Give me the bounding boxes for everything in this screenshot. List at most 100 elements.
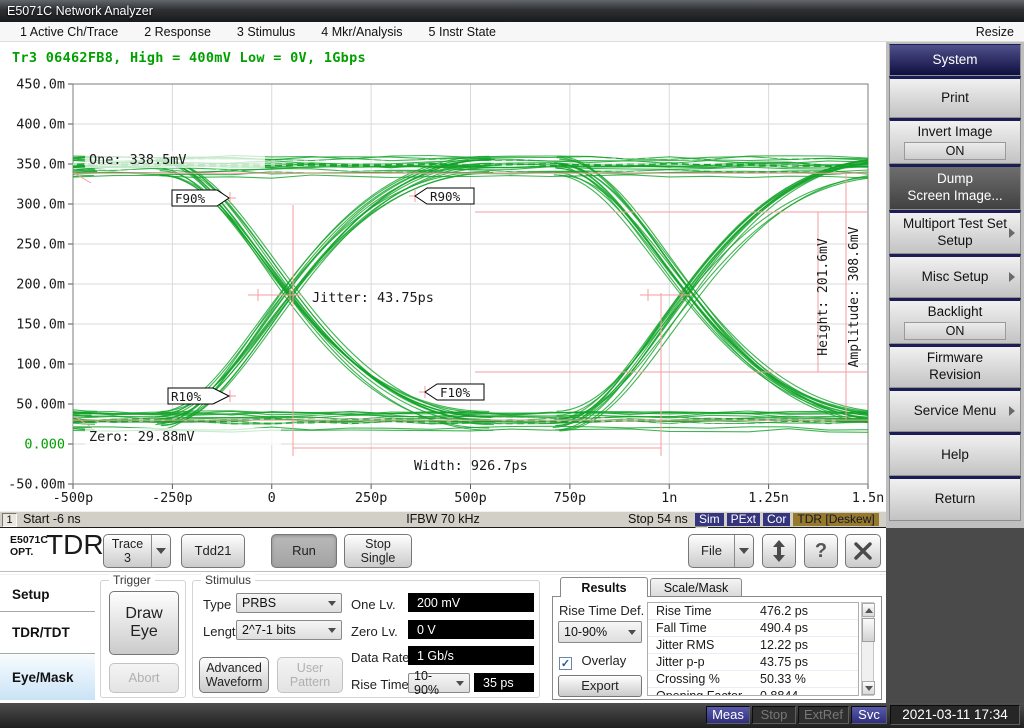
tab-scale-mask[interactable]: Scale/Mask — [650, 578, 742, 597]
overlay-checkbox[interactable]: ✓ Overlay — [559, 653, 626, 672]
softkey-multiport-test-set[interactable]: Multiport Test Set Setup — [889, 210, 1021, 254]
trigger-group: Trigger Draw Eye Abort — [100, 580, 186, 698]
rise-time-label: Rise Time — [351, 677, 409, 692]
sweep-stop: Stop 54 ns — [628, 512, 688, 526]
length-combo[interactable]: 2^7-1 bits — [236, 620, 342, 640]
rise-time-def-combo[interactable]: 10-90% — [408, 673, 470, 693]
abort-button[interactable]: Abort — [109, 663, 179, 693]
zero-level-label: Zero Lv. — [351, 624, 398, 639]
stimulus-group-label: Stimulus — [201, 573, 255, 587]
softkey-sidebar: System Print Invert ImageON Dump Screen … — [886, 42, 1024, 528]
table-row: Opening Factor0.8844 — [648, 688, 858, 696]
softkey-system[interactable]: System — [889, 44, 1021, 76]
svg-text:Height: 201.6mV: Height: 201.6mV — [816, 238, 831, 356]
svg-text:0.000: 0.000 — [24, 437, 65, 453]
menu-active-ch-trace[interactable]: 1 Active Ch/Trace — [14, 25, 124, 39]
svg-text:500p: 500p — [454, 490, 487, 506]
instrument-screen: Tr3 06462FB8, High = 400mV Low = 0V, 1Gb… — [0, 42, 886, 528]
softkey-service-menu[interactable]: Service Menu — [889, 388, 1021, 432]
close-icon — [854, 542, 872, 560]
tab-eye-mask[interactable]: Eye/Mask — [0, 654, 95, 700]
up-down-arrow-icon — [772, 540, 786, 562]
rise-time-field[interactable]: 35 ps — [474, 673, 534, 692]
svg-text:-50.00m: -50.00m — [8, 477, 65, 493]
svc-indicator: Svc — [851, 706, 887, 724]
chevron-right-icon — [1009, 272, 1015, 282]
softkey-return[interactable]: Return — [889, 476, 1021, 521]
softkey-invert-image[interactable]: Invert ImageON — [889, 118, 1021, 164]
title-bar: E5071C Network Analyzer — [0, 0, 1024, 22]
scroll-up-icon[interactable] — [862, 603, 875, 617]
user-pattern-button[interactable]: User Pattern — [277, 657, 343, 693]
svg-text:100.0m: 100.0m — [16, 357, 65, 373]
stimulus-group: Stimulus Type PRBS Length 2^7-1 bits Adv… — [192, 580, 540, 698]
menu-bar: 1 Active Ch/Trace 2 Response 3 Stimulus … — [0, 22, 1024, 42]
svg-text:400.0m: 400.0m — [16, 117, 65, 133]
table-row: Jitter p-p43.75 ps — [648, 654, 858, 671]
tab-results[interactable]: Results — [560, 577, 648, 597]
softkey-firmware-revision[interactable]: Firmware Revision — [889, 344, 1021, 388]
type-label: Type — [203, 597, 231, 612]
softkey-help[interactable]: Help — [889, 432, 1021, 476]
svg-text:750p: 750p — [554, 490, 587, 506]
menu-instr-state[interactable]: 5 Instr State — [423, 25, 502, 39]
one-level-field[interactable]: 200 mV — [408, 593, 534, 612]
svg-text:Zero: 29.88mV: Zero: 29.88mV — [89, 429, 195, 445]
menu-response[interactable]: 2 Response — [138, 25, 217, 39]
table-row: Fall Time490.4 ps — [648, 620, 858, 637]
cor-badge: Cor — [763, 513, 790, 526]
eye-diagram-chart: -500p-250p0250p500p750p1n1.25n1.5n450.0m… — [0, 42, 886, 511]
results-rise-time-def-combo[interactable]: 10-90% — [558, 621, 642, 643]
tdr-deskew-badge: TDR [Deskew] — [793, 513, 878, 526]
softkey-dump-screen-image[interactable]: Dump Screen Image... — [889, 164, 1021, 210]
pext-badge: PExt — [727, 513, 760, 526]
stop-indicator: Stop — [752, 706, 796, 724]
data-rate-label: Data Rate — [351, 650, 410, 665]
table-row: Crossing %50.33 % — [648, 671, 858, 688]
menu-resize[interactable]: Resize — [976, 25, 1014, 39]
draw-eye-button[interactable]: Draw Eye — [109, 591, 179, 655]
meas-indicator: Meas — [706, 706, 750, 724]
svg-text:Width: 926.7ps: Width: 926.7ps — [414, 458, 528, 474]
results-scrollbar[interactable] — [861, 602, 874, 696]
chevron-down-icon — [328, 601, 336, 606]
results-panel: Rise Time Def. 10-90% ✓ Overlay Export R… — [552, 596, 882, 700]
window-title: E5071C Network Analyzer — [7, 4, 153, 18]
svg-text:450.0m: 450.0m — [16, 77, 65, 93]
svg-text:1n: 1n — [661, 490, 677, 506]
export-button[interactable]: Export — [558, 675, 642, 697]
tab-setup[interactable]: Setup — [0, 578, 95, 612]
help-button[interactable]: ? — [804, 534, 838, 568]
trace-select-dropdown[interactable]: Trace 3 — [103, 534, 171, 568]
chevron-down-icon — [328, 628, 336, 633]
minimize-restore-button[interactable] — [762, 534, 796, 568]
file-dropdown[interactable]: File — [688, 534, 754, 568]
close-button[interactable] — [845, 534, 881, 568]
run-button[interactable]: Run — [271, 534, 337, 568]
table-row: Jitter RMS12.22 ps — [648, 637, 858, 654]
softkey-misc-setup[interactable]: Misc Setup — [889, 254, 1021, 298]
softkey-print[interactable]: Print — [889, 76, 1021, 118]
e5071c-screen: E5071C Network Analyzer 1 Active Ch/Trac… — [0, 0, 1024, 728]
tdd21-button[interactable]: Tdd21 — [181, 534, 245, 568]
scrollbar-thumb[interactable] — [862, 618, 875, 642]
channel-status-strip: 1 Start -6 ns IFBW 70 kHz Stop 54 ns Sim… — [0, 511, 886, 529]
menu-mkr-analysis[interactable]: 4 Mkr/Analysis — [315, 25, 408, 39]
scroll-down-icon[interactable] — [862, 681, 875, 695]
tab-tdr-tdt[interactable]: TDR/TDT — [0, 612, 95, 654]
tdr-app-window: E5071COPT. TDR Trace 3 Tdd21 Run Stop Si… — [0, 528, 886, 703]
svg-text:300.0m: 300.0m — [16, 197, 65, 213]
data-rate-field[interactable]: 1 Gb/s — [408, 646, 534, 665]
svg-text:Amplitude: 308.6mV: Amplitude: 308.6mV — [847, 226, 862, 367]
svg-text:R90%: R90% — [430, 189, 461, 204]
invert-image-state: ON — [904, 142, 1006, 160]
advanced-waveform-button[interactable]: Advanced Waveform — [199, 657, 269, 693]
tdr-logo-model: E5071COPT. — [10, 535, 48, 558]
type-combo[interactable]: PRBS — [236, 593, 342, 613]
rise-time-def-label: Rise Time Def. — [559, 603, 644, 618]
datetime-display: 2021-03-11 17:34 — [890, 705, 1020, 725]
zero-level-field[interactable]: 0 V — [408, 620, 534, 639]
stop-single-button[interactable]: Stop Single — [344, 534, 412, 568]
menu-stimulus[interactable]: 3 Stimulus — [231, 25, 301, 39]
softkey-backlight[interactable]: BacklightON — [889, 298, 1021, 344]
